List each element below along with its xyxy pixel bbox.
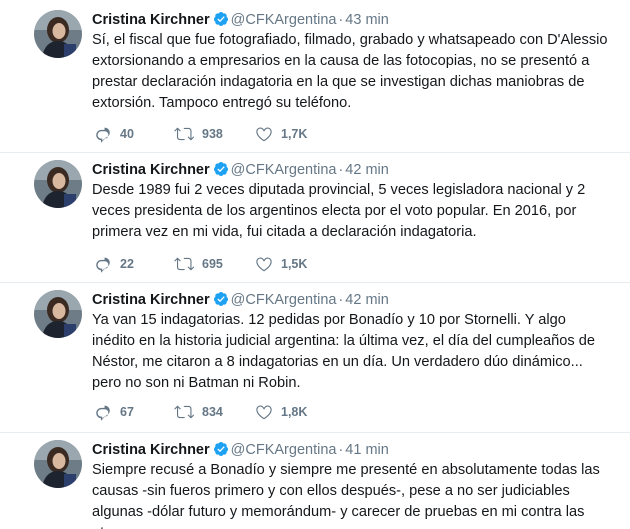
verified-badge-icon xyxy=(213,442,228,456)
heart-icon xyxy=(256,405,272,420)
heart-icon xyxy=(256,257,272,272)
avatar[interactable] xyxy=(34,290,82,338)
retweet-count: 938 xyxy=(202,127,223,141)
retweet-icon xyxy=(174,257,194,271)
retweet-button[interactable]: 695 xyxy=(174,254,223,274)
tweet-text: Desde 1989 fui 2 veces diputada provinci… xyxy=(92,182,586,240)
reply-count: 67 xyxy=(120,405,134,419)
reply-button[interactable]: 22 xyxy=(94,254,134,274)
tweet-text: Ya van 15 indagatorias. 12 pedidas por B… xyxy=(92,312,595,391)
verified-badge-icon xyxy=(213,292,228,306)
reply-count: 22 xyxy=(120,257,134,271)
tweet[interactable]: Cristina Kirchner @CFKArgentina · 42 min Ya… xyxy=(0,283,630,432)
tweet-header: Cristina Kirchner @CFKArgentina · 42 min xyxy=(92,160,389,180)
reply-count: 40 xyxy=(120,127,134,141)
like-button[interactable]: 1,8K xyxy=(255,402,307,422)
verified-badge-icon xyxy=(213,12,228,26)
heart-icon xyxy=(256,127,272,142)
reply-button[interactable]: 67 xyxy=(94,402,134,422)
timestamp[interactable]: 42 min xyxy=(345,162,389,178)
retweet-icon xyxy=(174,127,194,141)
avatar[interactable] xyxy=(34,160,82,208)
tweet[interactable]: Cristina Kirchner @CFKArgentina · 41 min Si… xyxy=(0,433,630,529)
avatar-photo xyxy=(34,10,82,58)
avatar-photo xyxy=(34,290,82,338)
avatar-photo xyxy=(34,440,82,488)
like-count: 1,8K xyxy=(281,405,308,419)
tweet-header: Cristina Kirchner @CFKArgentina · 41 min xyxy=(92,440,389,460)
avatar[interactable] xyxy=(34,10,82,58)
display-name[interactable]: Cristina Kirchner xyxy=(92,292,210,308)
handle[interactable]: @CFKArgentina xyxy=(231,442,337,458)
retweet-count: 834 xyxy=(202,405,223,419)
verified-badge-icon xyxy=(213,162,228,176)
display-name[interactable]: Cristina Kirchner xyxy=(92,162,210,178)
reply-button[interactable]: 40 xyxy=(94,124,134,144)
like-count: 1,7K xyxy=(281,127,308,141)
avatar-photo xyxy=(34,160,82,208)
handle[interactable]: @CFKArgentina xyxy=(231,12,337,28)
like-button[interactable]: 1,5K xyxy=(255,254,307,274)
reply-icon xyxy=(96,257,110,273)
like-button[interactable]: 1,7K xyxy=(255,124,307,144)
timestamp[interactable]: 42 min xyxy=(345,292,389,308)
display-name[interactable]: Cristina Kirchner xyxy=(92,12,210,28)
reply-icon xyxy=(96,405,110,421)
tweet[interactable]: Cristina Kirchner @CFKArgentina · 43 min Sí… xyxy=(0,0,630,152)
retweet-button[interactable]: 938 xyxy=(174,124,223,144)
handle[interactable]: @CFKArgentina xyxy=(231,162,337,178)
like-count: 1,5K xyxy=(281,257,308,271)
timestamp[interactable]: 43 min xyxy=(345,12,389,28)
tweet-text: Sí, el fiscal que fue fotografiado, film… xyxy=(92,32,608,111)
tweet-header: Cristina Kirchner @CFKArgentina · 43 min xyxy=(92,10,389,30)
separator: · xyxy=(338,12,344,28)
tweet-text: Siempre recusé a Bonadío y siempre me pr… xyxy=(92,462,600,529)
reply-icon xyxy=(96,127,110,143)
separator: · xyxy=(338,292,344,308)
timestamp[interactable]: 41 min xyxy=(345,442,389,458)
retweet-icon xyxy=(174,405,194,419)
separator: · xyxy=(338,442,344,458)
handle[interactable]: @CFKArgentina xyxy=(231,292,337,308)
avatar[interactable] xyxy=(34,440,82,488)
tweet[interactable]: Cristina Kirchner @CFKArgentina · 42 min De… xyxy=(0,153,630,282)
display-name[interactable]: Cristina Kirchner xyxy=(92,442,210,458)
separator: · xyxy=(338,162,344,178)
retweet-button[interactable]: 834 xyxy=(174,402,223,422)
retweet-count: 695 xyxy=(202,257,223,271)
tweet-header: Cristina Kirchner @CFKArgentina · 42 min xyxy=(92,290,389,310)
